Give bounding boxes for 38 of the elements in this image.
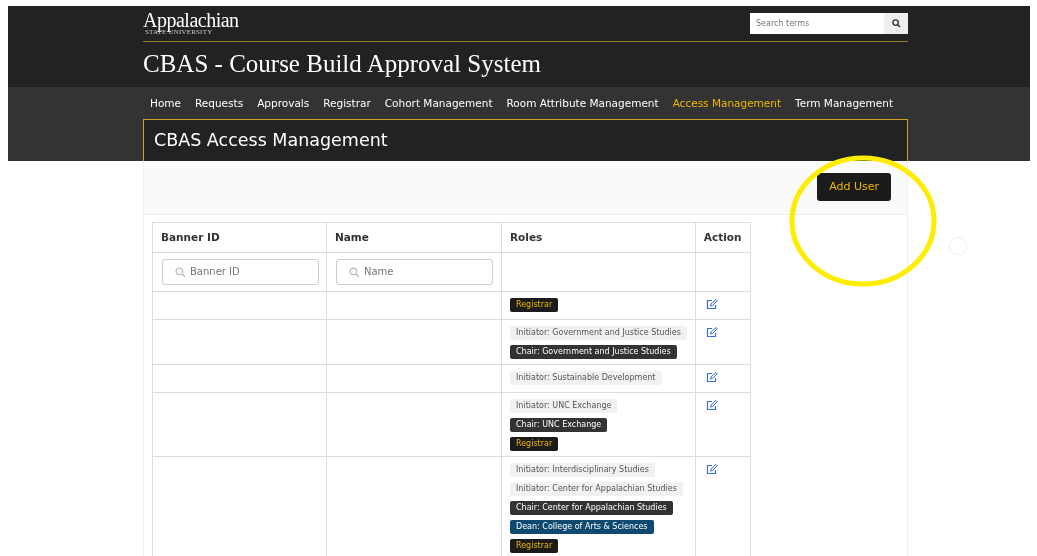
role-tag: Initiator: Interdisciplinary Studies xyxy=(510,462,655,477)
add-user-button[interactable]: Add User xyxy=(817,173,891,202)
role-tag: Chair: UNC Exchange xyxy=(510,417,608,432)
edit-icon[interactable] xyxy=(705,372,718,383)
filter-field[interactable]: Banner ID xyxy=(162,258,319,285)
nav-link[interactable]: Registrar xyxy=(316,96,378,112)
role-tag: Initiator: UNC Exchange xyxy=(510,398,618,413)
nav-link[interactable]: Access Management xyxy=(665,96,789,112)
edit-icon[interactable] xyxy=(705,400,718,411)
column-header: Name xyxy=(326,222,502,252)
column-header: Roles xyxy=(501,222,696,252)
role-tag: Registrar xyxy=(510,297,559,312)
role-tag: Chair: Government and Justice Studies xyxy=(510,344,677,359)
search-field[interactable]: Search terms xyxy=(750,13,884,34)
nav-link[interactable]: Requests xyxy=(188,96,251,112)
app-title: CBAS - Course Build Approval System xyxy=(143,49,542,79)
column-header: Action xyxy=(695,222,751,252)
page-title: CBAS Access Management xyxy=(154,129,388,153)
filter-field[interactable]: Name xyxy=(336,258,493,285)
nav-link[interactable]: Home xyxy=(143,96,188,112)
role-tag: Initiator: Government and Justice Studies xyxy=(510,325,687,340)
nav-link[interactable]: Approvals xyxy=(250,96,317,112)
role-tag: Initiator: Center for Appalachian Studies xyxy=(510,481,683,496)
edit-icon[interactable] xyxy=(705,464,718,475)
edit-icon[interactable] xyxy=(705,299,718,310)
role-tag: Initiator: Sustainable Development xyxy=(510,370,662,385)
role-tag: Chair: Center for Appalachian Studies xyxy=(510,500,673,515)
edit-icon[interactable] xyxy=(705,327,718,338)
role-tag: Registrar xyxy=(510,538,559,553)
nav-link[interactable]: Room Attribute Management xyxy=(499,96,666,112)
search-icon[interactable] xyxy=(884,13,908,34)
column-header: Banner ID xyxy=(152,222,327,252)
nav-link[interactable]: Cohort Management xyxy=(377,96,500,112)
role-tag: Registrar xyxy=(510,436,559,451)
search-icon xyxy=(175,266,186,278)
role-tag: Dean: College of Arts & Sciences xyxy=(510,519,654,534)
nav-link[interactable]: Term Management xyxy=(788,96,901,112)
search-icon xyxy=(349,266,360,278)
